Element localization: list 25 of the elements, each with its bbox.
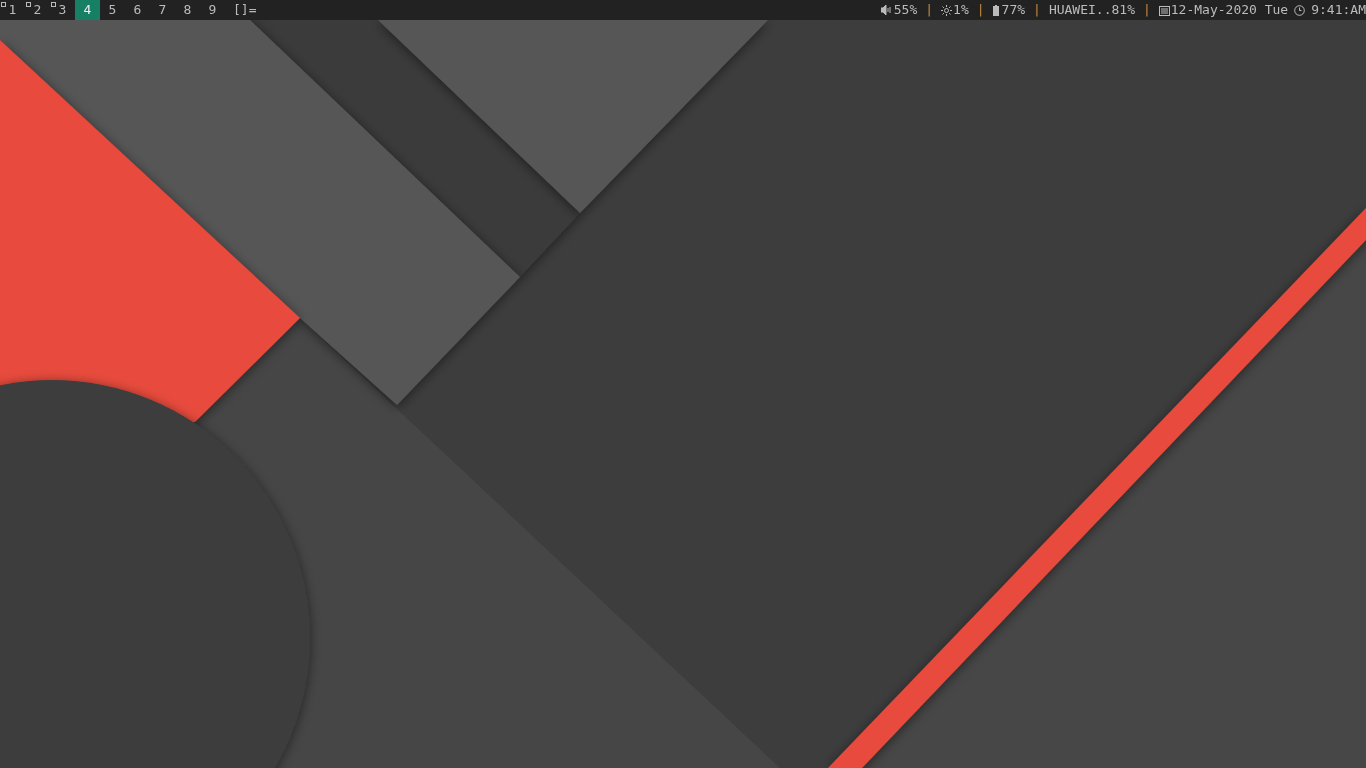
battery-icon: [992, 4, 999, 16]
workspace-tag[interactable]: 7: [150, 0, 175, 20]
separator: |: [1033, 1, 1041, 20]
time-status: 9:41:AM: [1311, 1, 1366, 20]
battery-status: 77%: [1001, 1, 1026, 20]
workspace-tag[interactable]: 1: [0, 0, 25, 20]
workspace-tag[interactable]: 6: [125, 0, 150, 20]
layout-symbol[interactable]: []=: [233, 0, 257, 20]
calendar-icon: [1158, 4, 1170, 16]
sun-icon: [941, 4, 953, 16]
speaker-icon: [880, 5, 893, 15]
date-status: 12-May-2020 Tue: [1170, 1, 1289, 20]
workspace-tag[interactable]: 5: [100, 0, 125, 20]
wifi-status: HUAWEI..81%: [1048, 1, 1135, 20]
brightness-status: 1%: [953, 1, 969, 20]
workspace-tag[interactable]: 4: [75, 0, 100, 20]
separator: |: [1142, 1, 1151, 20]
clock-icon: [1294, 4, 1306, 16]
volume-status: 55%: [893, 1, 918, 20]
separator: |: [925, 1, 934, 20]
workspace-tag[interactable]: 2: [25, 0, 50, 20]
workspace-tag[interactable]: 8: [175, 0, 200, 20]
separator: |: [976, 1, 985, 20]
workspace-tag[interactable]: 3: [50, 0, 75, 20]
workspace-tag[interactable]: 9: [200, 0, 225, 20]
